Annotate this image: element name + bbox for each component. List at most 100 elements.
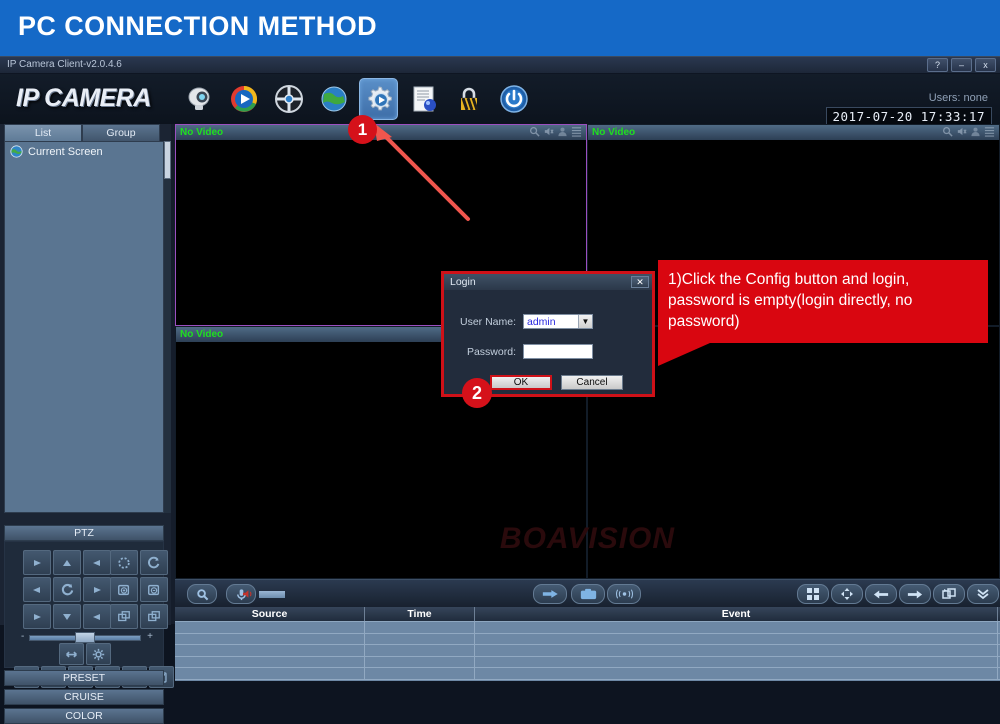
snapshot-button[interactable] bbox=[571, 584, 605, 604]
stream-icon bbox=[542, 590, 558, 598]
globe-icon bbox=[10, 145, 23, 158]
ptz-down-right-button[interactable] bbox=[83, 604, 111, 629]
zoom-icon[interactable] bbox=[529, 126, 540, 137]
ptz-up-button[interactable] bbox=[53, 550, 81, 575]
preset-section[interactable]: PRESET bbox=[4, 670, 164, 686]
close-button[interactable]: x bbox=[975, 58, 996, 72]
focus-near-button[interactable] bbox=[110, 577, 138, 602]
snapshot-icon[interactable] bbox=[970, 126, 981, 137]
username-select[interactable]: admin ▼ bbox=[523, 314, 593, 329]
list-scrollbar-track[interactable] bbox=[164, 141, 171, 513]
triangle-down-right-icon bbox=[93, 613, 100, 620]
menu-icon[interactable] bbox=[571, 126, 582, 137]
video-pane-icons[interactable] bbox=[529, 126, 582, 137]
table-row[interactable] bbox=[175, 656, 1000, 668]
ptz-down-button[interactable] bbox=[53, 604, 81, 629]
toolbar-camera-button[interactable] bbox=[179, 78, 218, 120]
brand-watermark: BOAVISION bbox=[499, 522, 676, 555]
ptz-left-button[interactable] bbox=[23, 577, 51, 602]
chevron-down-icon[interactable]: ▼ bbox=[578, 315, 592, 328]
column-header-source[interactable]: Source bbox=[175, 607, 365, 621]
collapse-button[interactable] bbox=[967, 584, 999, 604]
broadcast-icon bbox=[615, 589, 633, 599]
screenshot-root: PC CONNECTION METHOD IP Camera Client-v2… bbox=[0, 0, 1000, 724]
toolbar-power-button[interactable] bbox=[494, 78, 533, 120]
minimize-button[interactable]: – bbox=[951, 58, 972, 72]
page-banner: PC CONNECTION METHOD bbox=[0, 0, 1000, 56]
iris-close-button[interactable] bbox=[140, 550, 168, 575]
video-pane-icons[interactable] bbox=[942, 126, 995, 137]
zoom-icon[interactable] bbox=[942, 126, 953, 137]
toolbar-lock-button[interactable] bbox=[449, 78, 488, 120]
help-button[interactable]: ? bbox=[927, 58, 948, 72]
arrow-right-icon bbox=[907, 590, 923, 598]
toolbar-log-button[interactable] bbox=[404, 78, 443, 120]
focus-far-button[interactable] bbox=[140, 577, 168, 602]
ptz-settings-button[interactable] bbox=[86, 643, 111, 665]
cell-source bbox=[175, 656, 365, 667]
volume-level[interactable] bbox=[259, 591, 285, 598]
table-row[interactable] bbox=[175, 645, 1000, 657]
table-row[interactable] bbox=[175, 668, 1000, 680]
tab-group[interactable]: Group bbox=[82, 124, 160, 141]
cell-time bbox=[365, 645, 475, 656]
list-scrollbar-thumb[interactable] bbox=[164, 141, 171, 179]
mute-icon[interactable] bbox=[543, 126, 554, 137]
list-item[interactable]: Current Screen bbox=[5, 142, 163, 161]
zoom-out-button[interactable] bbox=[140, 604, 168, 629]
iris-dashed-icon bbox=[118, 556, 130, 569]
cell-source bbox=[175, 645, 365, 656]
column-header-event[interactable]: Event bbox=[475, 607, 998, 621]
ok-button[interactable]: OK bbox=[490, 375, 552, 390]
ptz-controls: - + bbox=[4, 541, 174, 688]
ptz-right-button[interactable] bbox=[83, 577, 111, 602]
playback-icon bbox=[230, 86, 257, 112]
ptz-direction-pad bbox=[23, 550, 111, 629]
password-input[interactable] bbox=[523, 344, 593, 359]
app-logo: IP CAMERA bbox=[16, 84, 151, 112]
triangle-left-icon bbox=[33, 586, 40, 593]
ptz-speed-slider[interactable]: - + bbox=[21, 631, 153, 643]
grid-icon bbox=[807, 588, 819, 600]
ptz-pan-button[interactable] bbox=[59, 643, 84, 665]
toolbar-record-button[interactable] bbox=[269, 78, 308, 120]
event-table[interactable]: Source Time Event bbox=[175, 607, 1000, 681]
brand-toolbar: IP CAMERA Users: none 2017-07-20 17:33:1… bbox=[0, 74, 1000, 126]
layout-grid-button[interactable] bbox=[797, 584, 829, 604]
menu-icon[interactable] bbox=[984, 126, 995, 137]
previous-button[interactable] bbox=[865, 584, 897, 604]
table-row[interactable] bbox=[175, 633, 1000, 645]
toolbar-config-button[interactable] bbox=[359, 78, 398, 120]
color-section[interactable]: COLOR bbox=[4, 708, 164, 724]
cruise-section[interactable]: CRUISE bbox=[4, 689, 164, 705]
next-button[interactable] bbox=[899, 584, 931, 604]
instruction-callout-text: 1)Click the Config button and login, pas… bbox=[668, 271, 913, 330]
ptz-up-left-button[interactable] bbox=[23, 550, 51, 575]
column-header-time[interactable]: Time bbox=[365, 607, 475, 621]
zoom-in-button[interactable] bbox=[110, 604, 138, 629]
broadcast-button[interactable] bbox=[607, 584, 641, 604]
search-button[interactable] bbox=[187, 584, 217, 604]
snapshot-icon[interactable] bbox=[557, 126, 568, 137]
cancel-button[interactable]: Cancel bbox=[561, 375, 623, 390]
tab-list[interactable]: List bbox=[4, 124, 82, 141]
speaker-icon[interactable] bbox=[241, 589, 255, 599]
stream-button[interactable] bbox=[533, 584, 567, 604]
toolbar-playback-button[interactable] bbox=[224, 78, 263, 120]
power-icon bbox=[499, 85, 528, 113]
close-icon[interactable]: ✕ bbox=[631, 276, 649, 288]
main-toolbar bbox=[179, 78, 533, 120]
device-list[interactable]: Current Screen bbox=[4, 141, 164, 513]
focus-minus-icon bbox=[148, 584, 160, 595]
mute-icon[interactable] bbox=[956, 126, 967, 137]
toolbar-remote-button[interactable] bbox=[314, 78, 353, 120]
cycle-button[interactable] bbox=[933, 584, 965, 604]
iris-open-button[interactable] bbox=[110, 550, 138, 575]
ptz-down-left-button[interactable] bbox=[23, 604, 51, 629]
ptz-auto-button[interactable] bbox=[53, 577, 81, 602]
fullscreen-button[interactable] bbox=[831, 584, 863, 604]
ptz-header[interactable]: PTZ bbox=[4, 525, 164, 541]
slider-thumb[interactable] bbox=[75, 632, 95, 643]
ptz-up-right-button[interactable] bbox=[83, 550, 111, 575]
windows-overlap-icon bbox=[118, 610, 130, 621]
